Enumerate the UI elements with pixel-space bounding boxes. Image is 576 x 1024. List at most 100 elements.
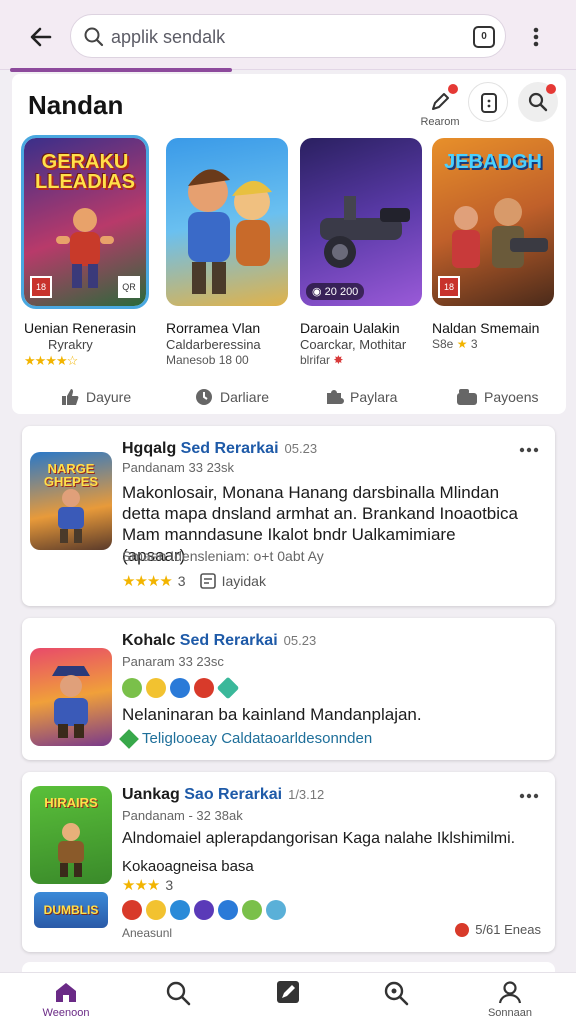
reaction-icon[interactable] bbox=[170, 678, 190, 698]
nav-home[interactable]: Weenoon bbox=[26, 979, 106, 1019]
search-bar[interactable]: 0 bbox=[70, 14, 506, 58]
game-artwork bbox=[166, 138, 288, 306]
document-icon bbox=[199, 573, 216, 589]
card-link[interactable]: Teliglooeay Caldataoarldesonnden bbox=[119, 728, 372, 749]
page-title: Nandan bbox=[28, 90, 124, 120]
reaction-icon[interactable] bbox=[216, 676, 240, 700]
feed-card[interactable]: NARGE GHEPES Hgqalg Sed Rerarkai 05.23 Pa… bbox=[22, 426, 555, 606]
card-subtitle: Pandanam 33 23sk bbox=[122, 460, 235, 475]
item-name: Daroain Ualakin bbox=[300, 320, 400, 336]
cannon-illustration bbox=[320, 196, 410, 268]
artwork-title: GERAKU LLEADIAS bbox=[35, 151, 135, 193]
rating-stars: ★★★★☆ bbox=[24, 353, 78, 368]
card-footer: Aneasunl bbox=[122, 926, 173, 940]
featured-item[interactable]: JEBADGH 18 Naldan Smemain S8e ★ 3 bbox=[432, 138, 554, 351]
character-illustration bbox=[56, 208, 114, 288]
nav-discover[interactable] bbox=[356, 979, 436, 1007]
featured-carousel: GERAKU LLEADIAS 18 QR Uenian Renerasin R… bbox=[21, 135, 566, 378]
card-body: Nelaninaran ba kainland Mandanplajan. bbox=[122, 705, 422, 724]
game-badge: DUMBLIS bbox=[34, 892, 108, 928]
nav-profile[interactable]: Sonnaan bbox=[470, 979, 550, 1019]
artwork-title: JEBADGH bbox=[444, 151, 542, 173]
search-icon bbox=[83, 26, 105, 48]
game-artwork: GERAKU LLEADIAS 18 QR bbox=[21, 135, 149, 309]
featured-section: Nandan Rearom GERAKU LLEADIAS 18 QR Ueni… bbox=[12, 74, 566, 414]
rating-stars: ★★★★ bbox=[122, 573, 173, 590]
top-app-bar: 0 bbox=[0, 0, 576, 72]
feed-card[interactable]: HIRAIRS DUMBLIS Uankag Sao Rerarkai 1/3.1… bbox=[22, 772, 555, 952]
tab-switcher-icon[interactable]: 0 bbox=[473, 26, 495, 48]
reaction-icon[interactable] bbox=[122, 900, 142, 920]
clock-icon bbox=[196, 389, 212, 405]
puzzle-icon bbox=[327, 390, 344, 404]
more-options-icon[interactable] bbox=[517, 440, 541, 460]
search-icon bbox=[166, 981, 191, 1006]
category-row: Dayure Darliare Paylara Payoens bbox=[12, 384, 566, 410]
thumbs-up-icon bbox=[62, 389, 79, 405]
character-illustration bbox=[58, 489, 84, 543]
thumbnail-title: HIRAIRS bbox=[44, 795, 98, 810]
card-extra: Kokaoagneisa basa bbox=[122, 858, 254, 875]
rating-stars: ★★★ bbox=[122, 877, 160, 894]
game-artwork: ◉ 20 200 bbox=[300, 138, 422, 306]
category-darliare[interactable]: Darliare bbox=[194, 384, 269, 410]
age-rating-badge: 18 bbox=[30, 276, 52, 298]
feed-card[interactable]: Kohalc Sed Rerarkai 05.23 Panaram 33 23sc… bbox=[22, 618, 555, 760]
item-meta: blrifar ✸ bbox=[300, 353, 344, 367]
card-body: Alndomaiel aplerapdangorisan Kaga nalahe… bbox=[122, 830, 516, 847]
featured-item[interactable]: ◉ 20 200 Daroain Ualakin Coarckar, Mothi… bbox=[300, 138, 422, 367]
character-illustration bbox=[52, 666, 90, 738]
edit-icon bbox=[277, 981, 299, 1003]
home-icon bbox=[56, 983, 76, 1002]
category-payoens[interactable]: Payoens bbox=[456, 384, 538, 410]
category-paylara[interactable]: Paylara bbox=[324, 384, 397, 410]
card-footer-stat: 5/61 Eneas bbox=[455, 922, 541, 937]
diamond-icon bbox=[119, 728, 139, 749]
search-action-button[interactable] bbox=[518, 82, 558, 122]
card-title: Uankag Sao Rerarkai 1/3.12 bbox=[122, 786, 325, 803]
game-thumbnail: HIRAIRS bbox=[30, 786, 112, 884]
price-tag: ◉ 20 200 bbox=[306, 283, 365, 300]
reaction-icon[interactable] bbox=[194, 900, 214, 920]
item-meta: Manesob 18 00 bbox=[166, 353, 249, 367]
discover-icon bbox=[384, 981, 409, 1006]
nav-search[interactable] bbox=[138, 979, 218, 1007]
thumbnail-title: NARGE GHEPES bbox=[43, 461, 99, 489]
card-extra: Smaen Idensleniam: o+t 0abt Ay bbox=[122, 548, 324, 564]
search-input[interactable] bbox=[111, 24, 431, 50]
reaction-icon[interactable] bbox=[242, 900, 262, 920]
back-arrow-icon[interactable] bbox=[26, 22, 56, 52]
featured-item[interactable]: GERAKU LLEADIAS 18 QR Uenian Renerasin R… bbox=[21, 135, 149, 369]
game-thumbnail: NARGE GHEPES bbox=[30, 452, 112, 550]
reaction-icon[interactable] bbox=[266, 900, 286, 920]
item-subtitle: Caldarberessina bbox=[166, 337, 261, 352]
reaction-icon[interactable] bbox=[146, 900, 166, 920]
item-subtitle: Ryrakry bbox=[48, 337, 93, 352]
item-meta: S8e ★ 3 bbox=[432, 337, 478, 351]
notification-dot bbox=[546, 84, 556, 94]
action-label: Rearom bbox=[420, 116, 460, 128]
reaction-icon[interactable] bbox=[194, 678, 214, 698]
card-subtitle: Panaram 33 23sc bbox=[122, 654, 224, 669]
character-illustration bbox=[188, 169, 272, 294]
reaction-icon[interactable] bbox=[218, 900, 238, 920]
nav-edit[interactable] bbox=[248, 979, 328, 1005]
page-switch-button[interactable] bbox=[468, 82, 508, 122]
item-name: Rorramea Vlan bbox=[166, 320, 261, 336]
more-options-icon[interactable] bbox=[517, 786, 541, 806]
category-dayure[interactable]: Dayure bbox=[60, 384, 131, 410]
reaction-icon[interactable] bbox=[122, 678, 142, 698]
card-rating-row: ★★★ 3 bbox=[122, 876, 173, 894]
reaction-row bbox=[122, 900, 286, 924]
featured-item[interactable]: Rorramea Vlan Caldarberessina Manesob 18… bbox=[166, 138, 288, 367]
reaction-icon[interactable] bbox=[170, 900, 190, 920]
item-name: Naldan Smemain bbox=[432, 320, 540, 336]
reaction-icon[interactable] bbox=[146, 678, 166, 698]
profile-icon bbox=[498, 981, 522, 1004]
notification-dot bbox=[448, 84, 458, 94]
item-subtitle: Coarckar, Mothitar bbox=[300, 337, 407, 352]
overflow-menu-icon[interactable] bbox=[526, 22, 546, 52]
item-name: Uenian Renerasin bbox=[24, 320, 137, 336]
game-thumbnail bbox=[30, 648, 112, 746]
card-action[interactable]: Iayidak bbox=[222, 573, 266, 589]
